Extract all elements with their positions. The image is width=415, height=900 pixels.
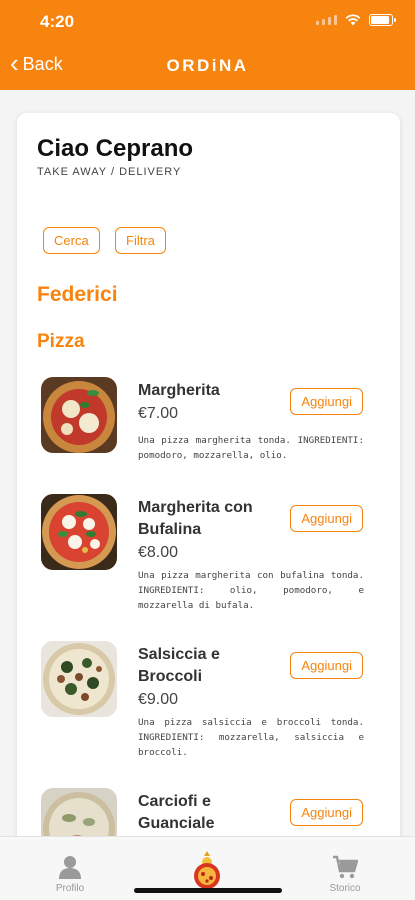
product-name: Salsiccia e Broccoli — [138, 646, 220, 685]
product-description: Una pizza margherita con bufalina tonda.… — [138, 570, 364, 611]
category-title: Pizza — [37, 331, 85, 352]
product-description: Una pizza salsiccia e broccoli tonda. IN… — [138, 717, 364, 758]
battery-icon — [369, 14, 396, 26]
tab-history[interactable]: Storico — [315, 855, 375, 894]
restaurant-name: Ciao Ceprano — [37, 135, 194, 162]
restaurant-menu-card: Ciao Ceprano TAKE AWAY / DELIVERY Cerca … — [17, 113, 400, 873]
pizza-logo-icon — [194, 851, 220, 889]
cellular-signal-icon — [316, 15, 337, 25]
add-to-cart-button[interactable]: Aggiungi — [290, 799, 363, 826]
tab-restaurant-logo[interactable] — [190, 851, 224, 889]
status-bar: 4:20 — [0, 0, 415, 44]
product-name: Carciofi e Guanciale — [138, 793, 215, 832]
add-to-cart-button[interactable]: Aggiungi — [290, 652, 363, 679]
profile-icon — [59, 856, 81, 879]
filter-button[interactable]: Filtra — [115, 227, 166, 254]
product-image-salsiccia-broccoli[interactable] — [41, 641, 117, 717]
tab-profile-label: Profilo — [55, 883, 85, 894]
add-to-cart-button[interactable]: Aggiungi — [290, 505, 363, 532]
product-name: Margherita con Bufalina — [138, 499, 253, 538]
service-type: TAKE AWAY / DELIVERY — [37, 166, 182, 178]
product-image-margherita-bufalina[interactable] — [41, 494, 117, 570]
product-price: €8.00 — [138, 544, 179, 561]
navigation-header: 4:20 ‹ Back ORDiNA — [0, 0, 415, 90]
status-time: 4:20 — [40, 12, 75, 31]
section-title: Federici — [37, 283, 118, 306]
product-description: Una pizza margherita tonda. INGREDIENTI:… — [138, 435, 364, 461]
add-to-cart-button[interactable]: Aggiungi — [290, 388, 363, 415]
product-price: €9.00 — [138, 691, 179, 708]
brand-logo: ORDiNA — [166, 56, 249, 75]
product-price: €7.00 — [138, 405, 179, 422]
status-icons — [316, 14, 396, 26]
wifi-icon — [345, 14, 361, 26]
search-button[interactable]: Cerca — [43, 227, 100, 254]
cart-icon — [333, 855, 358, 879]
product-name: Margherita — [138, 382, 220, 399]
tab-profile[interactable]: Profilo — [40, 855, 100, 894]
tab-history-label: Storico — [329, 883, 361, 894]
home-indicator — [134, 888, 282, 893]
product-image-margherita[interactable] — [41, 377, 117, 453]
